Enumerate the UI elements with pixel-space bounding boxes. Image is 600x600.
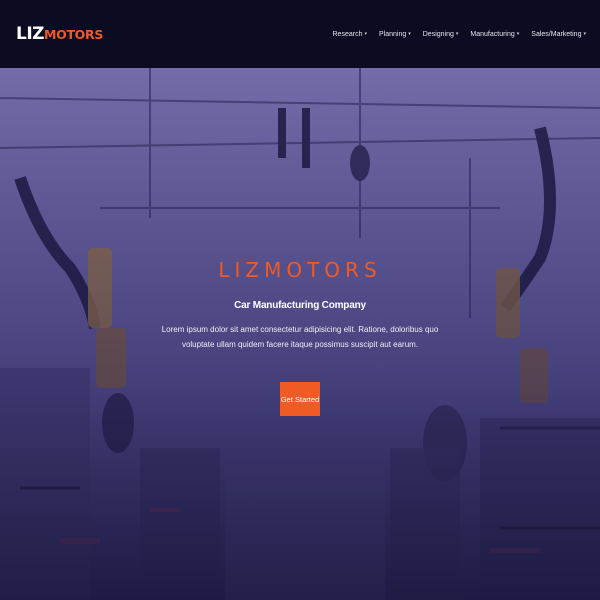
- nav-item-research[interactable]: Research ▾: [333, 31, 367, 38]
- nav-item-label: Manufacturing: [470, 30, 515, 38]
- hero-subtitle: Car Manufacturing Company: [234, 300, 366, 311]
- nav-item-sales-marketing[interactable]: Sales/Marketing ▾: [531, 31, 586, 38]
- caret-down-icon: ▾: [408, 31, 411, 37]
- brand-logo[interactable]: LIZ MOTORS: [16, 24, 103, 44]
- nav-item-label: Planning: [378, 30, 407, 38]
- hero-content: LIZMOTORS Car Manufacturing Company Lore…: [0, 68, 600, 600]
- nav-item-label: Research: [332, 30, 363, 38]
- get-started-button[interactable]: Get Started: [280, 382, 320, 416]
- nav-item-label: Designing: [422, 30, 454, 38]
- hero-title: LIZMOTORS: [218, 258, 382, 282]
- nav-item-label: Sales/Marketing: [531, 30, 582, 38]
- caret-down-icon: ▾: [583, 31, 586, 37]
- caret-down-icon: ▾: [516, 31, 520, 37]
- brand-logo-part1: LIZ: [16, 24, 44, 44]
- nav-item-manufacturing[interactable]: Manufacturing ▾: [470, 31, 519, 38]
- nav-item-designing[interactable]: Designing ▾: [423, 31, 459, 38]
- hero-description: Lorem ipsum dolor sit amet consectetur a…: [161, 325, 439, 349]
- caret-down-icon: ▾: [455, 31, 459, 37]
- brand-logo-part2: MOTORS: [43, 27, 104, 42]
- hero-section: LIZMOTORS Car Manufacturing Company Lore…: [0, 68, 600, 600]
- caret-down-icon: ▾: [364, 31, 367, 37]
- nav-menu: Research ▾ Planning ▾ Designing ▾ Manufa…: [321, 31, 587, 38]
- nav-item-planning[interactable]: Planning ▾: [379, 31, 411, 38]
- top-navbar: LIZ MOTORS Research ▾ Planning ▾ Designi…: [0, 0, 600, 68]
